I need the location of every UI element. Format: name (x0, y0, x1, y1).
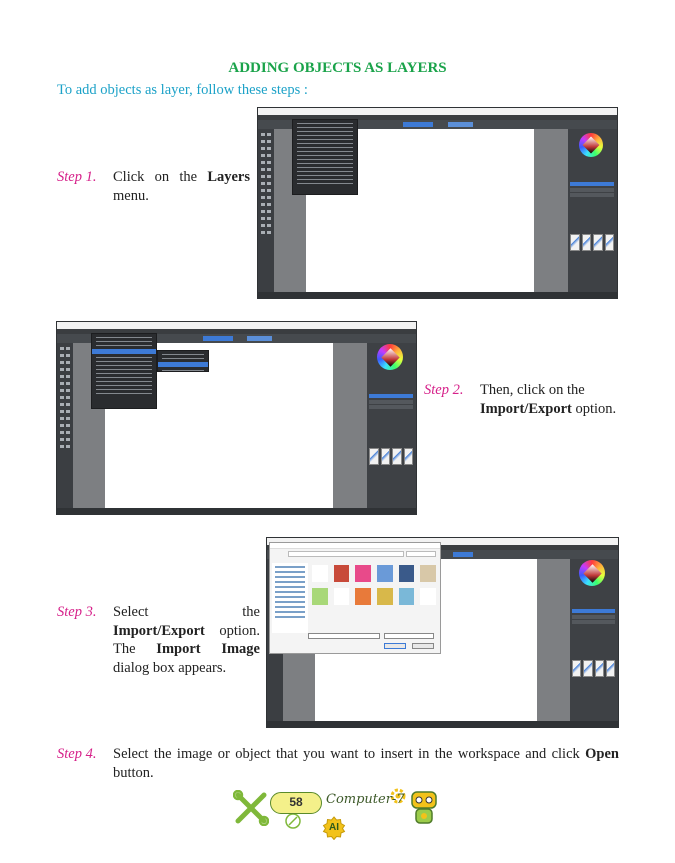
toolbox-panel (57, 343, 73, 508)
text: button. (113, 764, 154, 781)
text: Select the image or object that you want… (113, 746, 586, 762)
robot-icon (411, 791, 437, 824)
file-name-field (308, 633, 380, 639)
text: menu. (113, 187, 149, 204)
tools-icon (233, 790, 269, 826)
navigation-pane (272, 563, 308, 633)
address-bar (288, 551, 404, 557)
cancel-button (412, 643, 434, 649)
import-export-submenu (157, 350, 209, 372)
toolbox-panel (258, 129, 274, 292)
step-number: Step 1. (57, 169, 97, 185)
search-box (406, 551, 436, 557)
step-number: Step 2. (424, 382, 464, 398)
text: option. (571, 400, 617, 417)
layers-dropdown-menu (91, 333, 157, 409)
leaf-icon (285, 813, 301, 829)
bold-term: Open (585, 746, 619, 762)
screenshot-import-image-dialog (266, 537, 619, 728)
file-type-select (384, 633, 434, 639)
intro-text: To add objects as layer, follow these st… (57, 82, 308, 98)
bold-term: Import/Export (480, 400, 572, 417)
bold-term: Import/Export (113, 622, 205, 639)
text: Then, click on the (480, 382, 585, 398)
step-number: Step 3. (57, 604, 97, 620)
step-text: Select the Import/Export option. The Imp… (113, 603, 260, 677)
image-thumbnails (312, 565, 436, 605)
screenshot-import-export-submenu (56, 321, 417, 515)
text: dialog box appears. (113, 659, 227, 676)
text: Select the (113, 604, 260, 620)
screenshot-layers-menu (257, 107, 618, 299)
step-text: Click on the Layers menu. (113, 168, 250, 205)
import-image-dialog (269, 542, 441, 654)
open-button (384, 643, 406, 649)
step-text: Then, click on the Import/Export option. (480, 381, 620, 418)
layers-dropdown-menu (292, 119, 358, 195)
page-number: 58 (270, 792, 322, 814)
bold-term: Layers (207, 169, 250, 185)
page-heading: ADDING OBJECTS AS LAYERS (228, 60, 447, 76)
step-number: Step 4. (57, 746, 97, 762)
bold-term: Import Image (156, 641, 260, 657)
step-text: Select the image or object that you want… (113, 745, 619, 782)
ai-badge-label: AI (329, 822, 339, 833)
book-title: Computer-7 (326, 792, 405, 807)
text: Click on the (113, 169, 208, 185)
